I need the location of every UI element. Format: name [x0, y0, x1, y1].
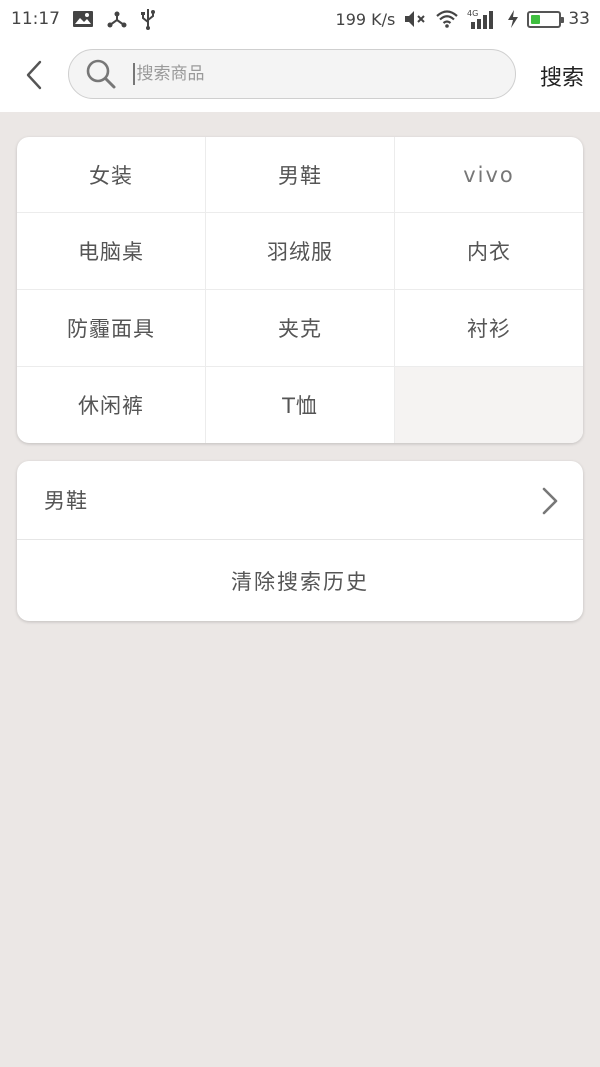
hot-search-item[interactable]: 羽绒服: [206, 213, 395, 290]
hot-search-item[interactable]: T恤: [206, 367, 395, 443]
hot-search-item[interactable]: 女装: [17, 137, 206, 213]
net-speed: 199 K/s: [335, 9, 396, 29]
hot-search-item[interactable]: 男鞋: [206, 137, 395, 213]
battery-percent: 33: [568, 9, 590, 29]
status-time: 11:17: [11, 9, 60, 29]
search-header: 搜索: [0, 38, 600, 112]
history-item-label: 男鞋: [44, 489, 88, 513]
usb-icon: [140, 8, 156, 30]
hot-search-item[interactable]: 休闲裤: [17, 367, 206, 443]
hot-search-item[interactable]: 防霾面具: [17, 290, 206, 367]
chevron-left-icon: [26, 60, 42, 90]
hot-search-grid: 女装 男鞋 vivo 电脑桌 羽绒服 内衣 防霾面具 夹克 衬衫 休闲裤 T恤: [17, 137, 583, 443]
mute-icon: [403, 9, 427, 29]
clear-history-button[interactable]: 清除搜索历史: [17, 540, 583, 621]
battery-fill: [531, 14, 541, 24]
status-bar: 11:17 199 K/s 4G 33: [0, 0, 600, 38]
search-box[interactable]: [68, 49, 516, 99]
search-button[interactable]: 搜索: [540, 60, 584, 92]
image-icon: [72, 10, 94, 28]
back-button[interactable]: [16, 56, 52, 94]
search-input[interactable]: [134, 54, 467, 94]
charging-icon: [507, 9, 519, 29]
network-type-text: 4G: [467, 9, 478, 18]
battery-icon: [527, 10, 565, 28]
hot-search-item[interactable]: vivo: [395, 137, 583, 213]
hot-search-card: 女装 男鞋 vivo 电脑桌 羽绒服 内衣 防霾面具 夹克 衬衫 休闲裤 T恤: [17, 137, 583, 443]
empty-grid-cell: [395, 367, 583, 443]
hot-search-item[interactable]: 内衣: [395, 213, 583, 290]
search-icon: [86, 59, 116, 89]
chevron-right-icon: [542, 487, 558, 515]
wifi-icon: [435, 9, 459, 29]
battery-indicator: 33: [527, 9, 590, 29]
hot-search-item[interactable]: 夹克: [206, 290, 395, 367]
hot-search-item[interactable]: 衬衫: [395, 290, 583, 367]
share-icon: [106, 9, 128, 29]
search-history-card: 男鞋 清除搜索历史: [17, 461, 583, 621]
history-item[interactable]: 男鞋: [17, 461, 583, 540]
hot-search-item[interactable]: 电脑桌: [17, 213, 206, 290]
signal-icon: 4G: [467, 8, 499, 30]
